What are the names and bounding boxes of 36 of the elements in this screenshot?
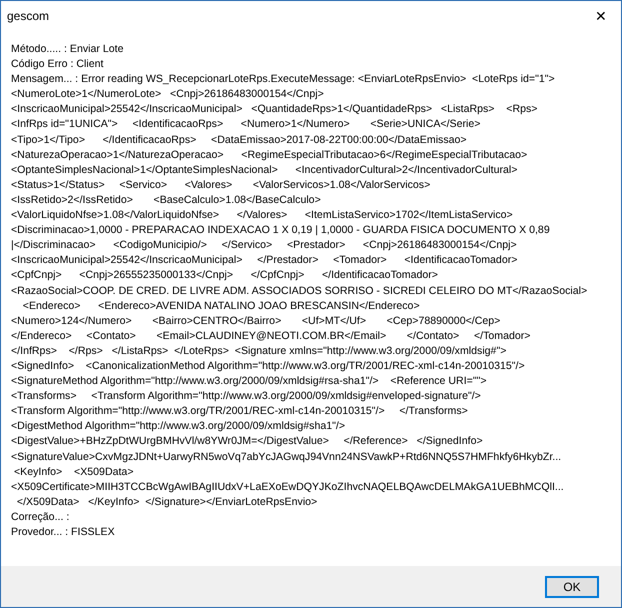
message-line: <DigestValue>+BHzZpDtWUrgBMHvVl/w8YWr0JM=</DigestValue> </Reference> </SignedInfo>	[11, 434, 483, 450]
window-title: gescom	[7, 8, 50, 25]
message-line: <SignatureMethod Algorithm="http://www.w3.org/2000/09/xmldsig#rsa-sha1"/> <Reference URI="">	[11, 374, 487, 390]
message-line: <Tipo>1</Tipo> </IdentificacaoRps> <DataEmissao>2017-08-22T00:00:00</DataEmissao>	[11, 132, 467, 148]
message-line: </Endereco> <Contato> <Email>CLAUDINEY@NEOTI.COM.BR</Email> </Contato> </Tomador>	[11, 328, 530, 344]
message-line: <IssRetido>2</IssRetido> <BaseCalculo>1.08</BaseCalculo>	[11, 192, 321, 208]
message-line: Código Erro : Client	[11, 57, 104, 72]
message-line: <SignatureValue>CxvMgzJDNt+UarwyRN5woVq7abYcJAGwqJ94Vnn24NSVawkP+Rtd6NNQ5S7HMFhkfy6HkybZr...	[11, 450, 562, 465]
message-line: Mensagem... : Error reading WS_RecepcionarLoteRps.ExecuteMessage: <EnviarLoteRpsEnvio> <LoteRps id="1">	[11, 72, 555, 88]
message-line: Método..... : Enviar Lote	[11, 42, 124, 57]
close-button[interactable]: ✕	[581, 1, 621, 31]
message-line: <X509Certificate>MIIH3TCCBcWgAwIBAgIIUdxV+LaEXoEwDQYJKoZIhvcNAQELBQAwcDELMAkGA1UEBhMCQlI...	[11, 480, 564, 495]
message-line: <Transform Algorithm="http://www.w3.org/TR/2001/REC-xml-c14n-20010315"/> </Transforms>	[11, 404, 468, 420]
message-line: <InfRps id="1UNICA"> <IdentificacaoRps> <Numero>1</Numero> <Serie>UNICA</Serie>	[11, 117, 480, 132]
message-line: <KeyInfo> <X509Data>	[12, 464, 134, 480]
message-line: <Transforms> <Transform Algorithm="http://www.w3.org/2000/09/xmldsig#enveloped-signature"/>	[11, 389, 481, 404]
message-line: <Numero>124</Numero> <Bairro>CENTRO</Bairro> <Uf>MT</Uf> <Cep>78890000</Cep>	[11, 314, 500, 329]
message-line: <NumeroLote>1</NumeroLote> <Cnpj>26186483000154</Cnpj>	[11, 87, 324, 102]
message-line: </InfRps> </Rps> </ListaRps> </LoteRps> <Signature xmlns="http://www.w3.org/2000/09/xmldsig#">	[11, 344, 506, 359]
message-line: <SignedInfo> <CanonicalizationMethod Algorithm="http://www.w3.org/TR/2001/REC-xml-c14n-20010315"/>	[11, 358, 525, 374]
message-line: <OptanteSimplesNacional>1</OptanteSimplesNacional> <IncentivadorCultural>2</IncentivadorCultural>	[11, 162, 518, 178]
message-line: <RazaoSocial>COOP. DE CRED. DE LIVRE ADM. ASSOCIADOS SORRISO - SICREDI CELEIRO DO MT</RazaoSocial>	[11, 284, 588, 298]
message-line: <Discriminacao>1,0000 - PREPARACAO INDEXACAO 1 X 0,19 | 1,0000 - GUARDA FISICA DOCUMENTO X 0,89	[11, 223, 550, 238]
message-line: <Status>1</Status> <Servico> <Valores> <ValorServicos>1.08</ValorServicos>	[11, 178, 430, 193]
ok-button[interactable]: OK	[545, 576, 599, 598]
message-line: Correção... :	[11, 510, 70, 525]
message-line: Provedor... : FISSLEX	[11, 525, 115, 540]
message-line: |</Discriminacao> <CodigoMunicipio/> </Servico> <Prestador> <Cnpj>26186483000154</Cnpj>	[11, 238, 517, 254]
message-line: <InscricaoMunicipal>25542</InscricaoMunicipal> </Prestador> <Tomador> <IdentificacaoTomador>	[11, 253, 518, 268]
message-line: <DigestMethod Algorithm="http://www.w3.org/2000/09/xmldsig#sha1"/>	[11, 419, 346, 434]
message-line: </X509Data> </KeyInfo> </Signature></EnviarLoteRpsEnvio>	[16, 494, 318, 510]
message-line: <InscricaoMunicipal>25542</InscricaoMunicipal> <QuantidadeRps>1</QuantidadeRps> <ListaRps> <Rps>	[11, 102, 538, 118]
message-line: <CpfCnpj> <Cnpj>26555235000133</Cnpj> </CpfCnpj> </IdentificacaoTomador>	[11, 268, 438, 284]
message-line: <Endereco> <Endereco>AVENIDA NATALINO JOAO BRESCANSIN</Endereco>	[22, 298, 420, 314]
message-line: <NaturezaOperacao>1</NaturezaOperacao> <RegimeEspecialTributacao>6</RegimeEspecialTributacao>	[11, 148, 528, 163]
message-line: <ValorLiquidoNfse>1.08</ValorLiquidoNfse> </Valores> <ItemListaServico>1702</ItemListaServico>	[11, 208, 513, 224]
